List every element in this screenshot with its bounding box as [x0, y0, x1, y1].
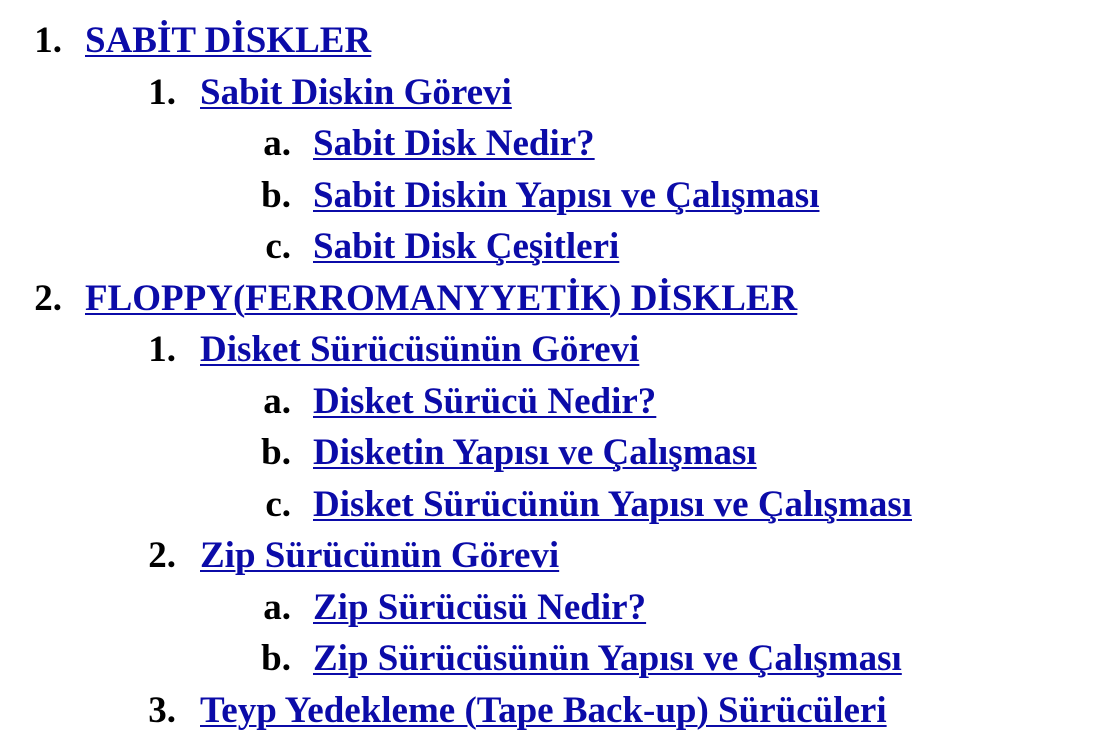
list-marker: 1.	[34, 20, 62, 61]
toc-link-sabit-diskler[interactable]: SABİT DİSKLER	[85, 17, 371, 64]
toc-entry-disketin-yapisi: b. Disketin Yapısı ve Çalışması	[0, 429, 1098, 481]
toc-entry-teyp-yedekleme: 3. Teyp Yedekleme (Tape Back-up) Sürücül…	[0, 687, 1098, 739]
toc-entry-zip-surucusunun-yapisi: b. Zip Sürücüsünün Yapısı ve Çalışması	[0, 635, 1098, 687]
toc-link-floppy-diskler[interactable]: FLOPPY(FERROMANYYETİK) DİSKLER	[85, 275, 797, 322]
list-marker: b.	[261, 432, 291, 473]
toc-link-disketin-yapisi[interactable]: Disketin Yapısı ve Çalışması	[313, 429, 757, 476]
toc-link-disket-surucusunun-gorevi[interactable]: Disket Sürücüsünün Görevi	[200, 326, 639, 373]
toc-link-sabit-diskin-gorevi[interactable]: Sabit Diskin Görevi	[200, 69, 512, 116]
toc-link-teyp-yedekleme[interactable]: Teyp Yedekleme (Tape Back-up) Sürücüleri	[200, 687, 887, 734]
toc-link-disket-surucunun-yapisi[interactable]: Disket Sürücünün Yapısı ve Çalışması	[313, 481, 912, 528]
list-marker: 1.	[148, 329, 176, 370]
toc-entry-floppy-diskler: 2. FLOPPY(FERROMANYYETİK) DİSKLER	[0, 275, 1098, 327]
toc-link-zip-surucusunun-yapisi[interactable]: Zip Sürücüsünün Yapısı ve Çalışması	[313, 635, 902, 682]
toc-entry-disket-surucu-nedir: a. Disket Sürücü Nedir?	[0, 378, 1098, 430]
toc-entry-zip-surucunun-gorevi: 2. Zip Sürücünün Görevi	[0, 532, 1098, 584]
list-marker: b.	[261, 638, 291, 679]
toc-entry-zip-surucusu-nedir: a. Zip Sürücüsü Nedir?	[0, 584, 1098, 636]
list-marker: 2.	[34, 277, 62, 319]
toc-entry-disket-surucusunun-gorevi: 1. Disket Sürücüsünün Görevi	[0, 326, 1098, 378]
list-marker: c.	[265, 483, 291, 525]
toc-link-zip-surucunun-gorevi[interactable]: Zip Sürücünün Görevi	[200, 532, 559, 579]
toc-entry-disket-surucunun-yapisi: c. Disket Sürücünün Yapısı ve Çalışması	[0, 481, 1098, 533]
toc-entry-sabit-disk-cesitleri: c. Sabit Disk Çeşitleri	[0, 223, 1098, 275]
list-marker: a.	[263, 123, 291, 164]
list-marker: b.	[261, 174, 291, 216]
toc-entry-sabit-disk-nedir: a. Sabit Disk Nedir?	[0, 120, 1098, 172]
toc-entry-sabit-diskin-yapisi: b. Sabit Diskin Yapısı ve Çalışması	[0, 172, 1098, 224]
toc-link-sabit-disk-cesitleri[interactable]: Sabit Disk Çeşitleri	[313, 223, 619, 270]
list-marker: c.	[265, 226, 291, 267]
toc-link-sabit-diskin-yapisi[interactable]: Sabit Diskin Yapısı ve Çalışması	[313, 172, 819, 219]
toc-link-sabit-disk-nedir[interactable]: Sabit Disk Nedir?	[313, 120, 595, 167]
toc-entry-sabit-diskin-gorevi: 1. Sabit Diskin Görevi	[0, 69, 1098, 121]
list-marker: a.	[263, 380, 291, 422]
list-marker: 2.	[148, 535, 176, 576]
list-marker: a.	[263, 586, 291, 628]
list-marker: 1.	[148, 71, 176, 113]
toc-entry-sabit-diskler: 1. SABİT DİSKLER	[0, 17, 1098, 69]
toc-link-disket-surucu-nedir[interactable]: Disket Sürücü Nedir?	[313, 378, 656, 425]
list-marker: 3.	[148, 689, 176, 731]
table-of-contents: 1. SABİT DİSKLER 1. Sabit Diskin Görevi …	[0, 17, 1098, 738]
toc-link-zip-surucusu-nedir[interactable]: Zip Sürücüsü Nedir?	[313, 584, 646, 631]
